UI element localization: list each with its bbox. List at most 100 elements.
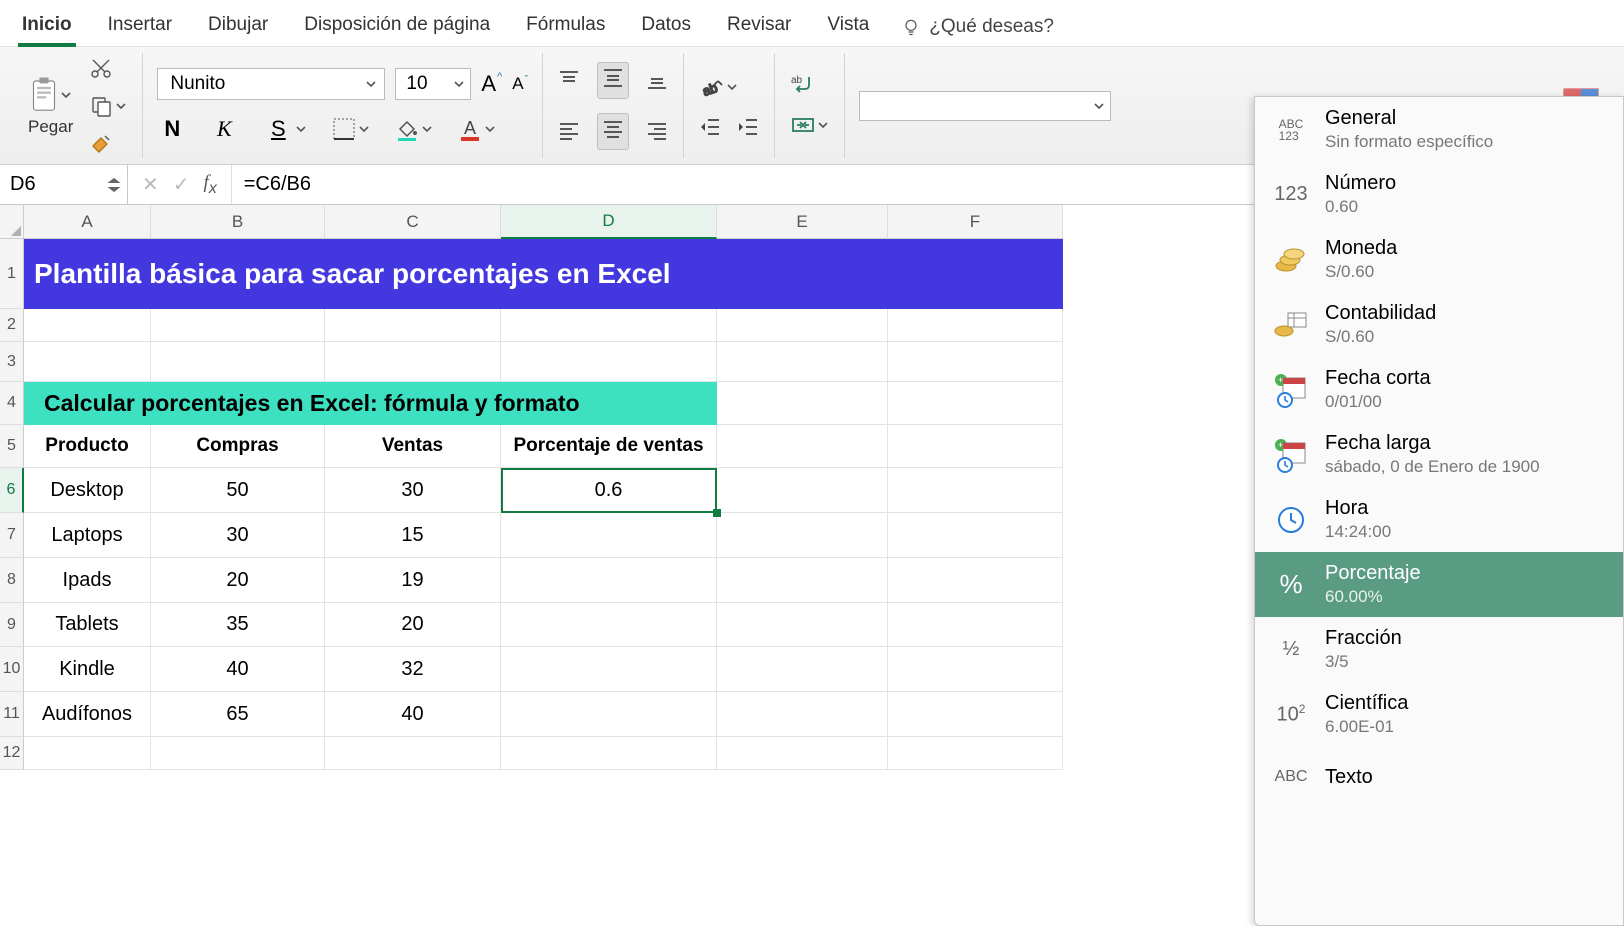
cell[interactable]	[888, 513, 1063, 558]
font-name-combo[interactable]: Nunito	[157, 68, 385, 100]
cell[interactable]	[717, 309, 888, 342]
cell[interactable]: 40	[151, 647, 325, 692]
align-right-icon[interactable]	[645, 119, 669, 143]
cell[interactable]: 20	[325, 603, 501, 647]
cell[interactable]	[888, 382, 1063, 425]
cell[interactable]	[888, 692, 1063, 737]
table-header[interactable]: Ventas	[325, 425, 501, 468]
ribbon-tab-dibujar[interactable]: Dibujar	[204, 8, 272, 46]
ribbon-tab-fórmulas[interactable]: Fórmulas	[522, 8, 609, 46]
cell[interactable]: 20	[151, 558, 325, 603]
cell[interactable]	[501, 603, 717, 647]
cell[interactable]	[888, 603, 1063, 647]
copy-button[interactable]	[87, 92, 128, 120]
format-option-moneda[interactable]: MonedaS/0.60	[1255, 227, 1623, 292]
cell[interactable]: 30	[151, 513, 325, 558]
orientation-button[interactable]: ab	[698, 73, 760, 101]
cell[interactable]	[888, 647, 1063, 692]
title-cell[interactable]: Plantilla básica para sacar porcentajes …	[24, 239, 1063, 309]
ribbon-tab-revisar[interactable]: Revisar	[723, 8, 795, 46]
cell[interactable]	[151, 309, 325, 342]
fx-icon[interactable]: fx	[204, 172, 217, 198]
decrease-font-button[interactable]: Aˇ	[512, 74, 528, 94]
column-header-C[interactable]: C	[325, 205, 501, 239]
ribbon-tab-disposición-de-página[interactable]: Disposición de página	[300, 8, 494, 46]
cell[interactable]	[501, 342, 717, 382]
align-middle-button[interactable]	[597, 62, 629, 99]
format-option-número[interactable]: 123Número0.60	[1255, 162, 1623, 227]
format-option-fracción[interactable]: ½Fracción3/5	[1255, 617, 1623, 682]
italic-button[interactable]: K	[209, 116, 239, 142]
cell[interactable]: 32	[325, 647, 501, 692]
format-option-porcentaje[interactable]: %Porcentaje60.00%	[1255, 552, 1623, 617]
cell[interactable]	[888, 425, 1063, 468]
increase-indent-icon[interactable]	[736, 115, 760, 139]
cell[interactable]: Ipads	[24, 558, 151, 603]
cell[interactable]: Tablets	[24, 603, 151, 647]
cell[interactable]	[24, 342, 151, 382]
format-option-hora[interactable]: Hora14:24:00	[1255, 487, 1623, 552]
cell[interactable]	[325, 342, 501, 382]
row-header-9[interactable]: 9	[0, 603, 24, 647]
cell[interactable]	[717, 342, 888, 382]
cell[interactable]	[24, 737, 151, 770]
merge-button[interactable]	[789, 111, 830, 139]
table-header[interactable]: Porcentaje de ventas	[501, 425, 717, 468]
cell[interactable]: 19	[325, 558, 501, 603]
format-option-texto[interactable]: ABCTexto	[1255, 747, 1623, 807]
cell[interactable]	[325, 309, 501, 342]
borders-button[interactable]	[330, 115, 371, 143]
cell[interactable]	[325, 737, 501, 770]
cell[interactable]	[501, 309, 717, 342]
bold-button[interactable]: N	[157, 116, 187, 142]
column-header-A[interactable]: A	[24, 205, 151, 239]
cell[interactable]: 40	[325, 692, 501, 737]
format-option-contabilidad[interactable]: ContabilidadS/0.60	[1255, 292, 1623, 357]
format-painter-button[interactable]	[87, 130, 128, 158]
name-box[interactable]: D6	[0, 165, 128, 204]
tell-me[interactable]: ¿Qué deseas?	[901, 16, 1054, 38]
increase-font-button[interactable]: A^	[481, 71, 502, 97]
cell[interactable]	[717, 425, 888, 468]
cell[interactable]	[24, 309, 151, 342]
row-header-8[interactable]: 8	[0, 558, 24, 603]
row-header-2[interactable]: 2	[0, 309, 24, 342]
cell[interactable]	[888, 737, 1063, 770]
fill-color-button[interactable]	[393, 115, 434, 143]
table-header[interactable]: Compras	[151, 425, 325, 468]
format-option-fecha-corta[interactable]: +Fecha corta0/01/00	[1255, 357, 1623, 422]
accept-formula-button[interactable]: ✓	[173, 172, 190, 197]
format-option-científica[interactable]: 102Científica6.00E-01	[1255, 682, 1623, 747]
cell[interactable]	[151, 737, 325, 770]
cell[interactable]	[888, 309, 1063, 342]
cell[interactable]	[717, 382, 888, 425]
row-header-7[interactable]: 7	[0, 513, 24, 558]
row-header-3[interactable]: 3	[0, 342, 24, 382]
cell[interactable]	[717, 647, 888, 692]
cell[interactable]: Laptops	[24, 513, 151, 558]
cut-button[interactable]	[87, 54, 128, 82]
number-format-combo[interactable]	[859, 91, 1111, 121]
ribbon-tab-insertar[interactable]: Insertar	[104, 8, 176, 46]
cell[interactable]	[501, 737, 717, 770]
row-header-11[interactable]: 11	[0, 692, 24, 737]
cell[interactable]: 0.6	[501, 468, 717, 513]
cell[interactable]: Audífonos	[24, 692, 151, 737]
column-header-D[interactable]: D	[501, 205, 717, 239]
column-header-F[interactable]: F	[888, 205, 1063, 239]
decrease-indent-icon[interactable]	[698, 115, 722, 139]
table-header[interactable]: Producto	[24, 425, 151, 468]
row-header-1[interactable]: 1	[0, 239, 24, 309]
cell[interactable]	[717, 692, 888, 737]
subtitle-cell[interactable]: Calcular porcentajes en Excel: fórmula y…	[24, 382, 717, 425]
cell[interactable]	[717, 737, 888, 770]
ribbon-tab-inicio[interactable]: Inicio	[18, 8, 76, 46]
ribbon-tab-datos[interactable]: Datos	[637, 8, 695, 46]
align-left-icon[interactable]	[557, 119, 581, 143]
cell[interactable]	[888, 342, 1063, 382]
font-size-combo[interactable]: 10	[395, 68, 471, 100]
cell[interactable]	[888, 558, 1063, 603]
cell[interactable]	[501, 558, 717, 603]
cell[interactable]	[717, 468, 888, 513]
row-header-4[interactable]: 4	[0, 382, 24, 425]
